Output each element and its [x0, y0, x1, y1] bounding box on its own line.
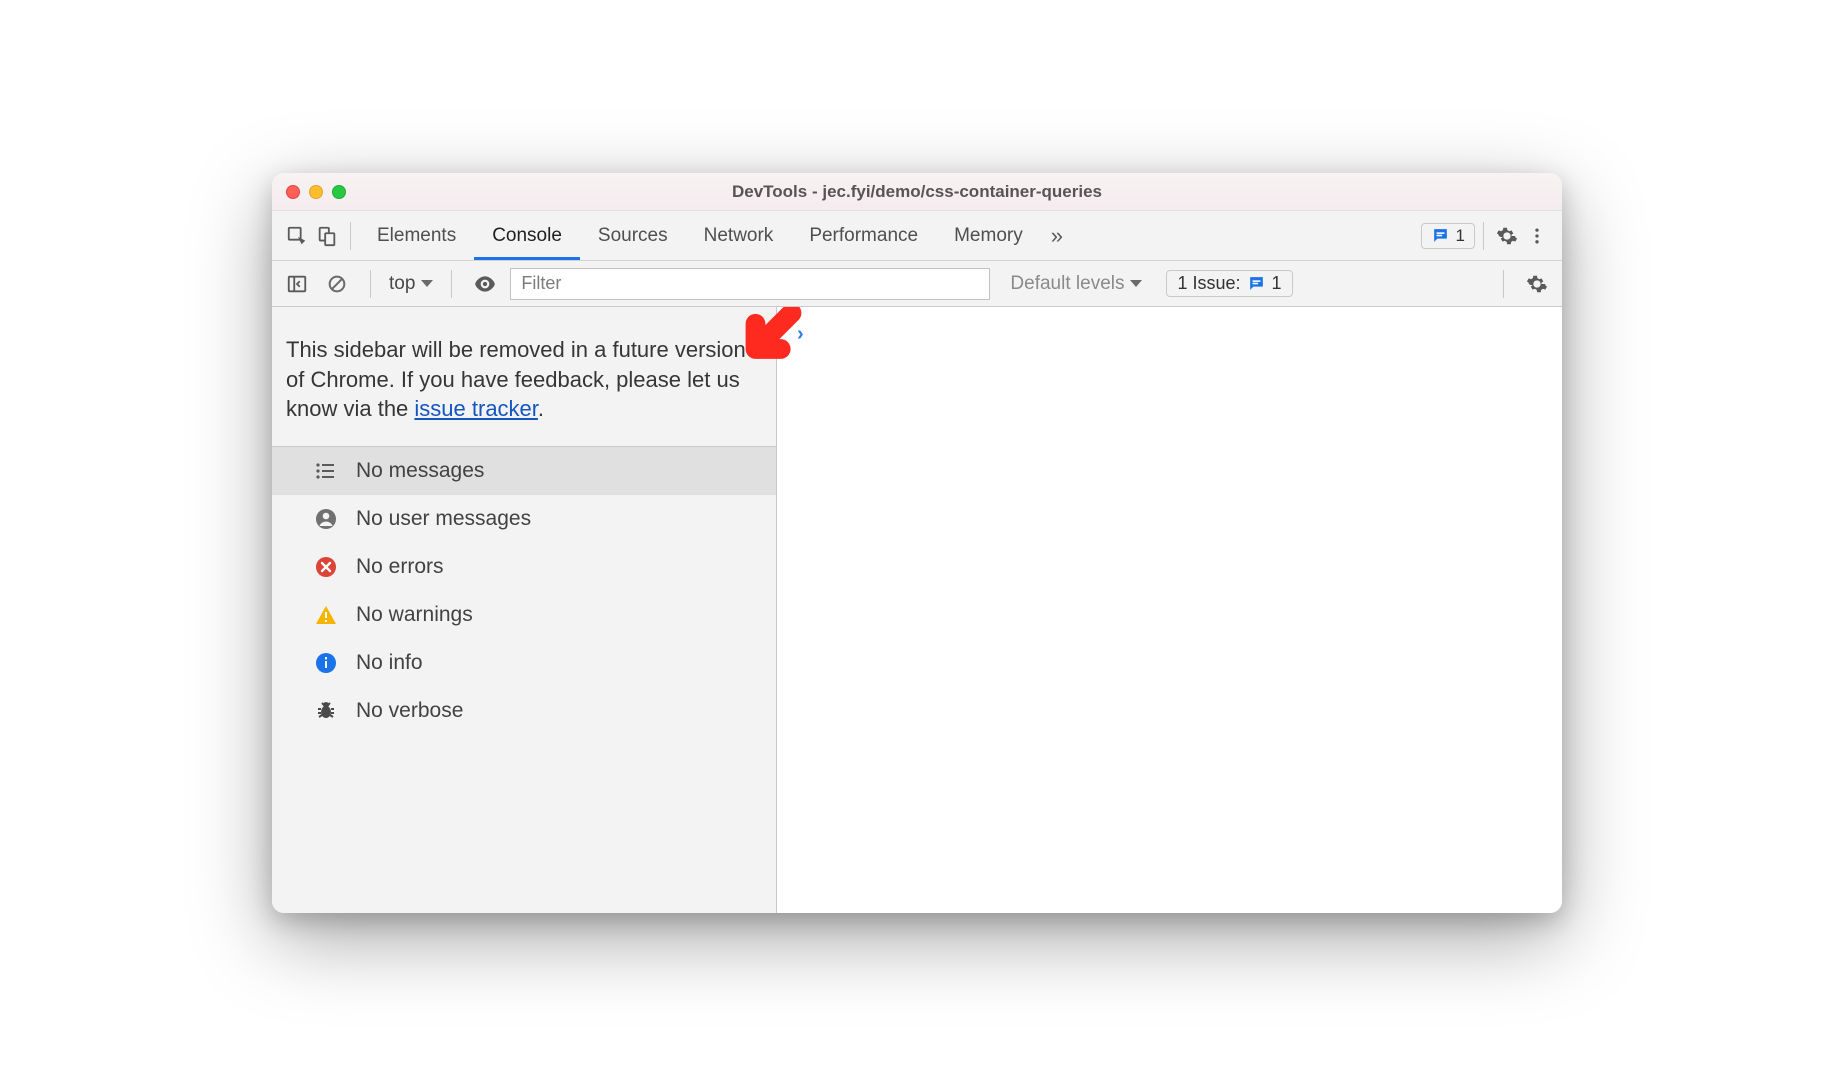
devtools-window: DevTools - jec.fyi/demo/css-container-qu…	[272, 173, 1562, 913]
tab-network[interactable]: Network	[686, 211, 792, 260]
console-body: This sidebar will be removed in a future…	[272, 307, 1562, 913]
user-icon	[314, 507, 338, 531]
tabs-overflow-button[interactable]: »	[1041, 223, 1073, 249]
info-icon	[314, 651, 338, 675]
filter-row-errors[interactable]: No errors	[272, 543, 776, 591]
console-sidebar: This sidebar will be removed in a future…	[272, 307, 777, 913]
chevron-down-icon	[421, 280, 433, 287]
filter-label: No warnings	[356, 603, 473, 627]
filter-label: No info	[356, 651, 423, 675]
tab-elements[interactable]: Elements	[359, 211, 474, 260]
filter-list: No messages No user messages No errors	[272, 447, 776, 735]
window-title: DevTools - jec.fyi/demo/css-container-qu…	[272, 182, 1562, 202]
live-expression-icon[interactable]	[470, 269, 500, 299]
maximize-window-button[interactable]	[332, 185, 346, 199]
filter-row-user[interactable]: No user messages	[272, 495, 776, 543]
divider	[451, 270, 452, 298]
close-window-button[interactable]	[286, 185, 300, 199]
chevron-down-icon	[1130, 280, 1142, 287]
console-toolbar: top Default levels 1 Issue: 1	[272, 261, 1562, 307]
filter-row-warnings[interactable]: No warnings	[272, 591, 776, 639]
divider	[1483, 222, 1484, 250]
issues-count: 1	[1272, 273, 1282, 294]
filter-row-messages[interactable]: No messages	[272, 447, 776, 495]
divider	[370, 270, 371, 298]
filter-label: No messages	[356, 459, 484, 483]
filter-row-info[interactable]: No info	[272, 639, 776, 687]
warning-icon	[314, 603, 338, 627]
issues-pill[interactable]: 1 Issue: 1	[1166, 270, 1292, 297]
list-icon	[314, 459, 338, 483]
console-settings-icon[interactable]	[1522, 269, 1552, 299]
tab-memory[interactable]: Memory	[936, 211, 1041, 260]
filter-label: No user messages	[356, 507, 531, 531]
filter-input[interactable]	[510, 268, 990, 300]
tab-console[interactable]: Console	[474, 211, 580, 260]
issues-label: 1 Issue:	[1177, 273, 1240, 294]
divider	[350, 222, 351, 250]
filter-row-verbose[interactable]: No verbose	[272, 687, 776, 735]
tab-performance[interactable]: Performance	[791, 211, 936, 260]
issue-tracker-link[interactable]: issue tracker	[414, 396, 538, 421]
bug-icon	[314, 699, 338, 723]
titlebar: DevTools - jec.fyi/demo/css-container-qu…	[272, 173, 1562, 211]
console-output[interactable]: ›	[777, 307, 1562, 913]
settings-icon[interactable]	[1492, 221, 1522, 251]
device-toggle-icon[interactable]	[312, 221, 342, 251]
header-issues-count: 1	[1456, 226, 1465, 246]
more-icon[interactable]	[1522, 221, 1552, 251]
context-selector[interactable]: top	[389, 273, 433, 295]
sidebar-toggle-icon[interactable]	[282, 269, 312, 299]
context-label: top	[389, 273, 415, 295]
header-issues-badge[interactable]: 1	[1421, 223, 1475, 249]
console-prompt-icon: ›	[797, 323, 804, 345]
minimize-window-button[interactable]	[309, 185, 323, 199]
filter-label: No verbose	[356, 699, 463, 723]
window-controls	[286, 185, 346, 199]
tab-bar: Elements Console Sources Network Perform…	[272, 211, 1562, 261]
clear-console-icon[interactable]	[322, 269, 352, 299]
deprecation-notice: This sidebar will be removed in a future…	[272, 307, 776, 447]
inspect-element-icon[interactable]	[282, 221, 312, 251]
tab-sources[interactable]: Sources	[580, 211, 686, 260]
notice-text-after: .	[538, 396, 544, 421]
error-icon	[314, 555, 338, 579]
log-levels-selector[interactable]: Default levels	[1010, 273, 1142, 295]
filter-label: No errors	[356, 555, 444, 579]
divider	[1503, 270, 1504, 298]
levels-label: Default levels	[1010, 273, 1124, 295]
